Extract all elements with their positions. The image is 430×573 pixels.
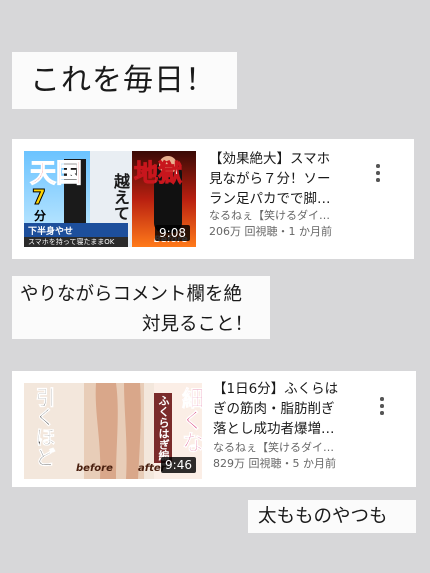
thumb-calf-label: ふくらはぎ編 [154,393,172,463]
thumb-banner-text: 下半身やせ [28,227,74,237]
thumb-caption-text: スマホを持って寝たままOK [28,238,115,246]
more-options-icon[interactable] [380,397,384,415]
channel-name[interactable]: なるねぇ【笑けるダイ… [209,208,332,224]
video-thumbnail-2[interactable]: 引くほど 細くな ふくらはぎ編 before after 9:46 [24,383,202,479]
video-duration-1: 9:08 [155,225,190,241]
video-title-line: ラン足パカでで脚… [209,191,331,207]
video-card-1[interactable]: 天国 7 分 地獄 越えて 下半身やせ スマホを持って寝たままOK Before… [12,139,414,259]
note-thigh: 太もものやつも [248,500,416,533]
more-options-icon[interactable] [376,164,380,182]
video-meta-1: なるねぇ【笑けるダイ… 206万 回視聴・1 か月前 [209,208,332,240]
note-comment-instruction: やりながらコメント欄を絶 対見ること！ [12,276,270,339]
video-thumbnail-1[interactable]: 天国 7 分 地獄 越えて 下半身やせ スマホを持って寝たままOK Before… [24,151,196,247]
video-meta-2: なるねぇ【笑けるダイ… 829万 回視聴・5 か月前 [213,440,336,472]
note-line-2: 対見ること！ [142,314,254,335]
view-stats: 829万 回視聴・5 か月前 [213,457,336,470]
thumb-hell-text: 地獄 [134,159,183,188]
video-duration-2: 9:46 [161,457,196,473]
thumb-cross-text: 越えて [111,173,130,221]
note-line-1: やりながらコメント欄を絶 [20,284,243,305]
thumb-before-text: before [76,463,113,474]
thumb-minutes-unit: 分 [34,209,47,223]
video-title-2[interactable]: 【1日6分】ふくらは ぎの筋肉・脂肪削ぎ 落とし成功者爆増… [213,379,373,439]
thumb-pull-text: 引くほど [32,387,57,468]
note-title: これを毎日！ [12,52,237,109]
view-stats: 206万 回視聴・1 か月前 [209,225,332,238]
video-card-2[interactable]: 引くほど 細くな ふくらはぎ編 before after 9:46 【1日6分】… [12,371,416,487]
thumb-minutes-number: 7 [32,185,47,210]
channel-name[interactable]: なるねぇ【笑けるダイ… [213,440,336,456]
video-title-line: ぎの筋肉・脂肪削ぎ [213,401,335,417]
video-title-line: 【効果絶大】スマホ [209,151,331,167]
video-title-line: 【1日6分】ふくらは [213,381,339,397]
video-title-line: 落とし成功者爆増… [213,421,335,437]
video-title-line: 見ながら７分！ソー [209,171,331,187]
video-title-1[interactable]: 【効果絶大】スマホ 見ながら７分！ソー ラン足パカでで脚… [209,149,369,209]
